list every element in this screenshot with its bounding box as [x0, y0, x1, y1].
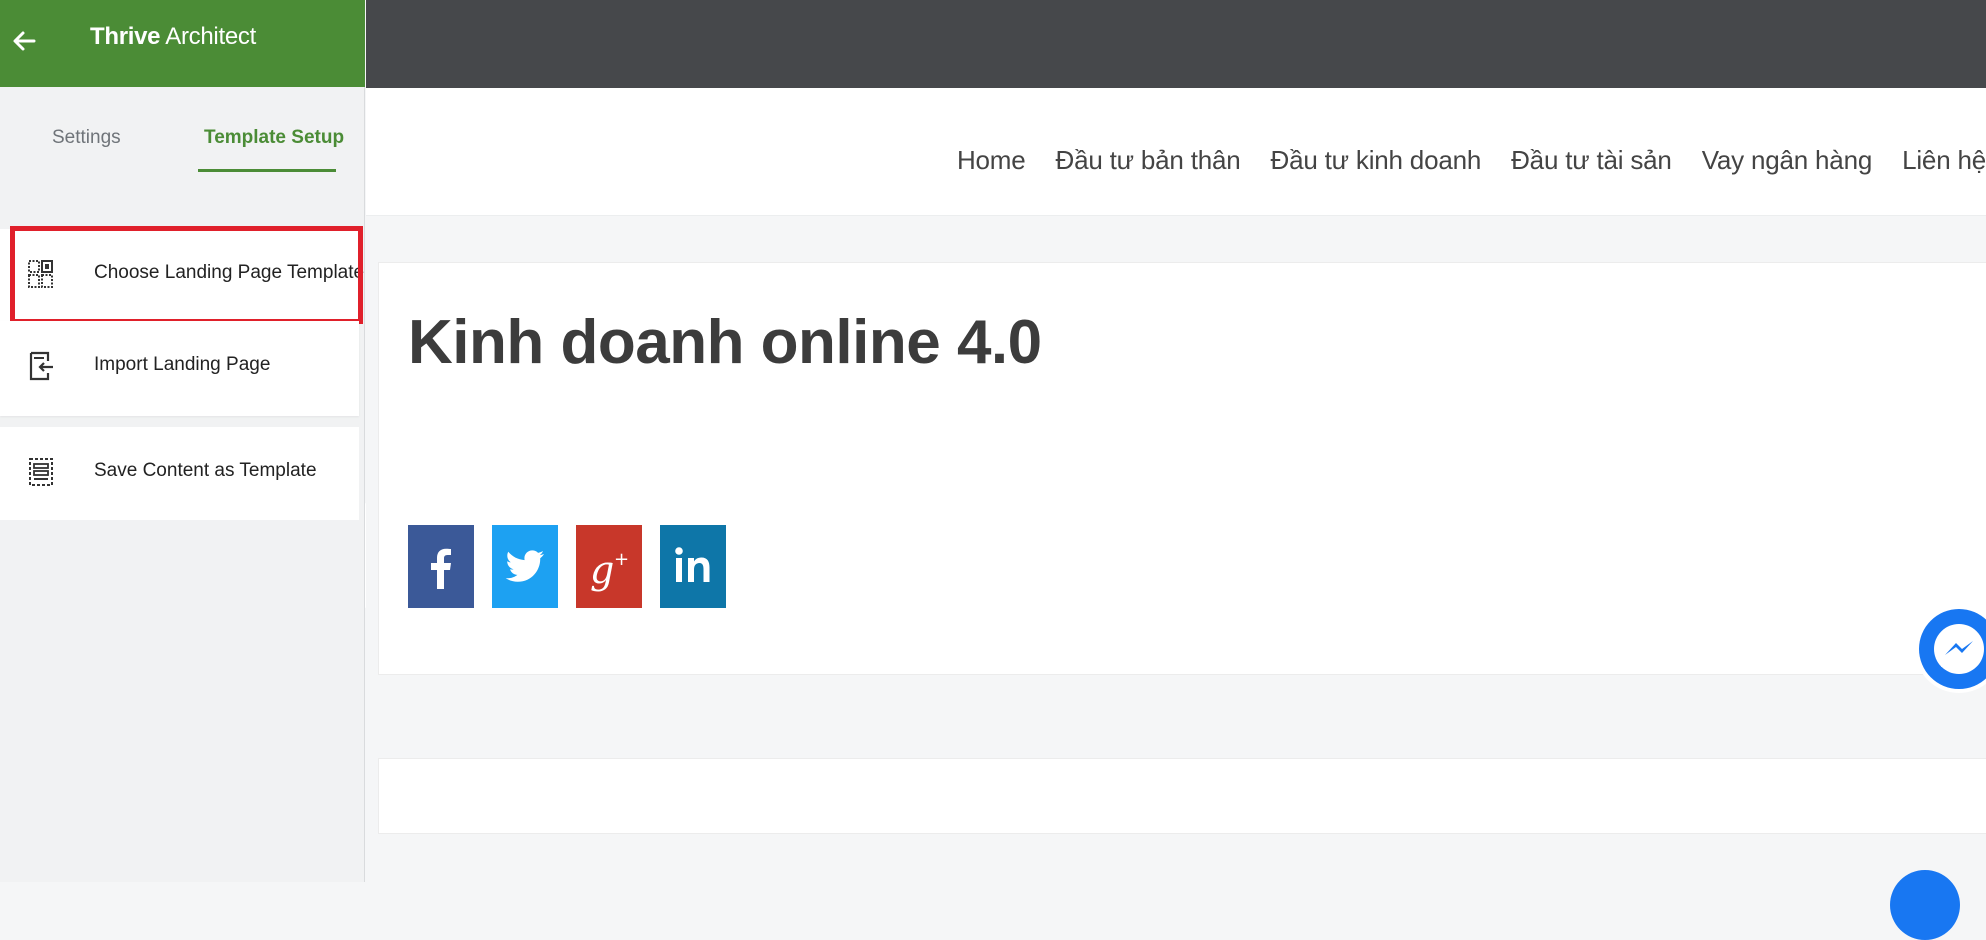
- menu-item-label: Choose Landing Page Template: [94, 262, 365, 283]
- nav-dau-tu-tai-san[interactable]: Đầu tư tài sản: [1511, 145, 1672, 176]
- svg-text:g: g: [590, 548, 614, 592]
- thrive-architect-sidebar: Thrive Architect Settings Template Setup…: [0, 0, 365, 882]
- linkedin-icon: [675, 547, 710, 582]
- google-plus-icon: g +: [590, 548, 629, 592]
- template-grid-icon: [28, 260, 53, 288]
- messenger-icon: [1919, 609, 1986, 689]
- messenger-chat-button[interactable]: [1915, 605, 1986, 693]
- import-icon: [29, 351, 53, 381]
- back-arrow-icon[interactable]: [10, 27, 38, 55]
- save-template-icon: [29, 458, 53, 486]
- facebook-share-button[interactable]: [408, 525, 474, 608]
- choose-landing-page-template-button[interactable]: Choose Landing Page Template: [0, 229, 364, 321]
- twitter-icon: [505, 550, 544, 582]
- editor-canvas: Home Đầu tư bản thân Đầu tư kinh doanh Đ…: [366, 0, 1986, 882]
- chat-bubble-button[interactable]: [1890, 870, 1960, 940]
- tab-settings[interactable]: Settings: [52, 127, 121, 149]
- post-title[interactable]: Kinh doanh online 4.0: [408, 307, 1042, 378]
- nav-vay-ngan-hang[interactable]: Vay ngân hàng: [1702, 145, 1873, 176]
- save-content-as-template-button[interactable]: Save Content as Template: [0, 427, 359, 520]
- admin-top-bar: [366, 0, 1986, 88]
- active-tab-underline: [198, 169, 336, 172]
- nav-dau-tu-kinh-doanh[interactable]: Đầu tư kinh doanh: [1271, 145, 1482, 176]
- content-section[interactable]: [378, 758, 1986, 834]
- google-plus-share-button[interactable]: g +: [576, 525, 642, 608]
- sidebar-tabs: Settings Template Setup: [0, 87, 365, 182]
- svg-text:+: +: [614, 549, 629, 570]
- facebook-icon: [431, 548, 451, 589]
- site-header: Home Đầu tư bản thân Đầu tư kinh doanh Đ…: [366, 88, 1986, 216]
- nav-dau-tu-ban-than[interactable]: Đầu tư bản thân: [1056, 145, 1241, 176]
- tab-template-setup[interactable]: Template Setup: [204, 127, 344, 149]
- menu-item-label: Import Landing Page: [94, 354, 271, 375]
- nav-lien-he[interactable]: Liên hệ: [1902, 145, 1986, 176]
- sidebar-header: Thrive Architect: [0, 0, 365, 87]
- menu-item-label: Save Content as Template: [94, 460, 317, 481]
- twitter-share-button[interactable]: [492, 525, 558, 608]
- linkedin-share-button[interactable]: [660, 525, 726, 608]
- nav-home[interactable]: Home: [957, 145, 1026, 176]
- app-title: Thrive Architect: [90, 23, 256, 50]
- site-navigation: Home Đầu tư bản thân Đầu tư kinh doanh Đ…: [957, 145, 1986, 176]
- import-landing-page-button[interactable]: Import Landing Page: [0, 321, 359, 416]
